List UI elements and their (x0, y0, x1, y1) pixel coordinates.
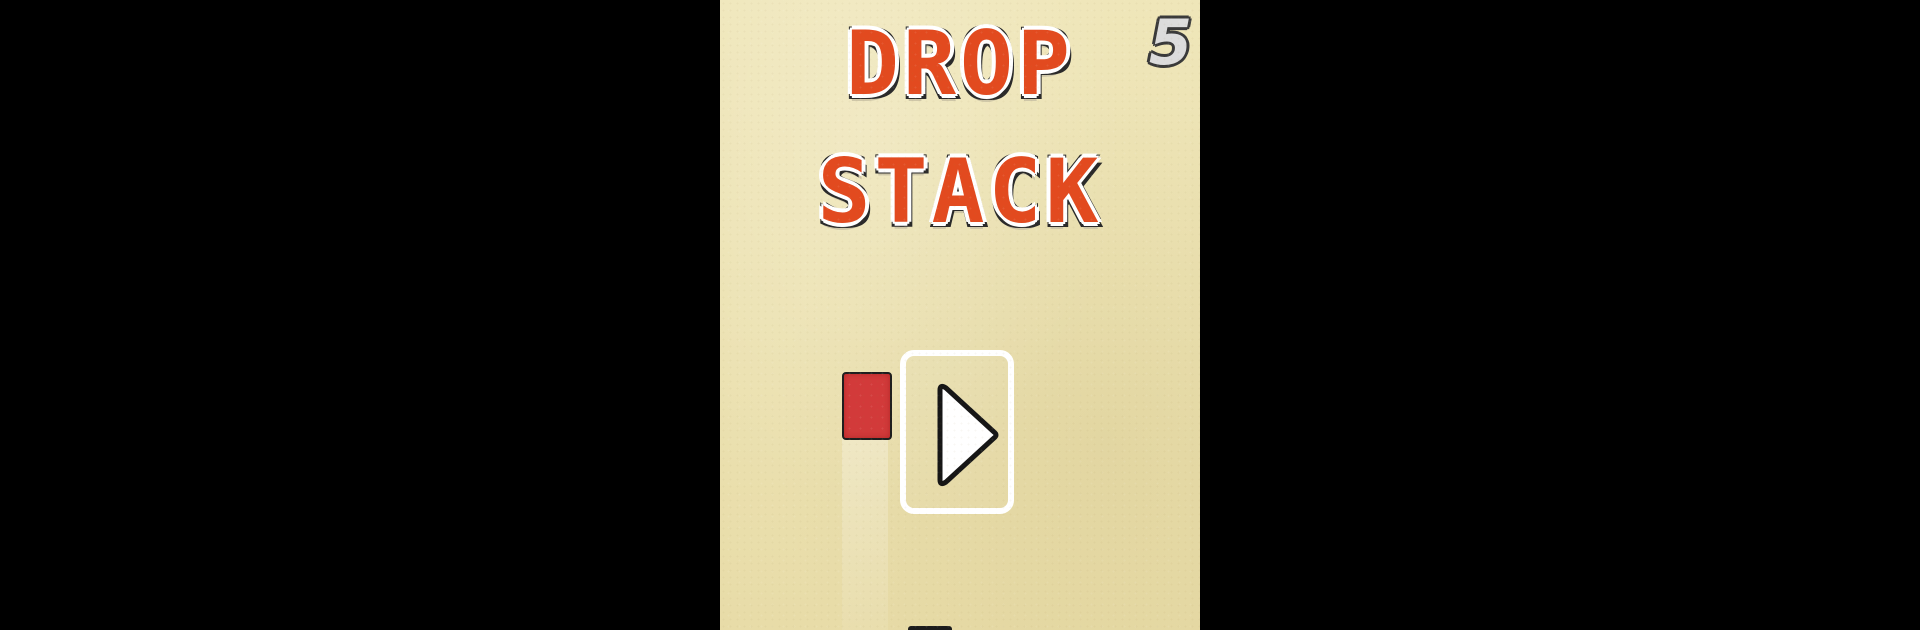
drop-guide (842, 438, 888, 630)
title-drop: DROP (846, 12, 1074, 115)
stack-block (842, 372, 892, 440)
score-counter: 5 (1148, 6, 1192, 79)
play-button[interactable] (900, 350, 1014, 514)
base-platform (908, 626, 952, 630)
play-icon (937, 383, 999, 487)
game-canvas[interactable]: DROP STACK 5 (720, 0, 1200, 630)
title-stack: STACK (817, 140, 1103, 243)
screen: DROP STACK 5 (0, 0, 1920, 630)
